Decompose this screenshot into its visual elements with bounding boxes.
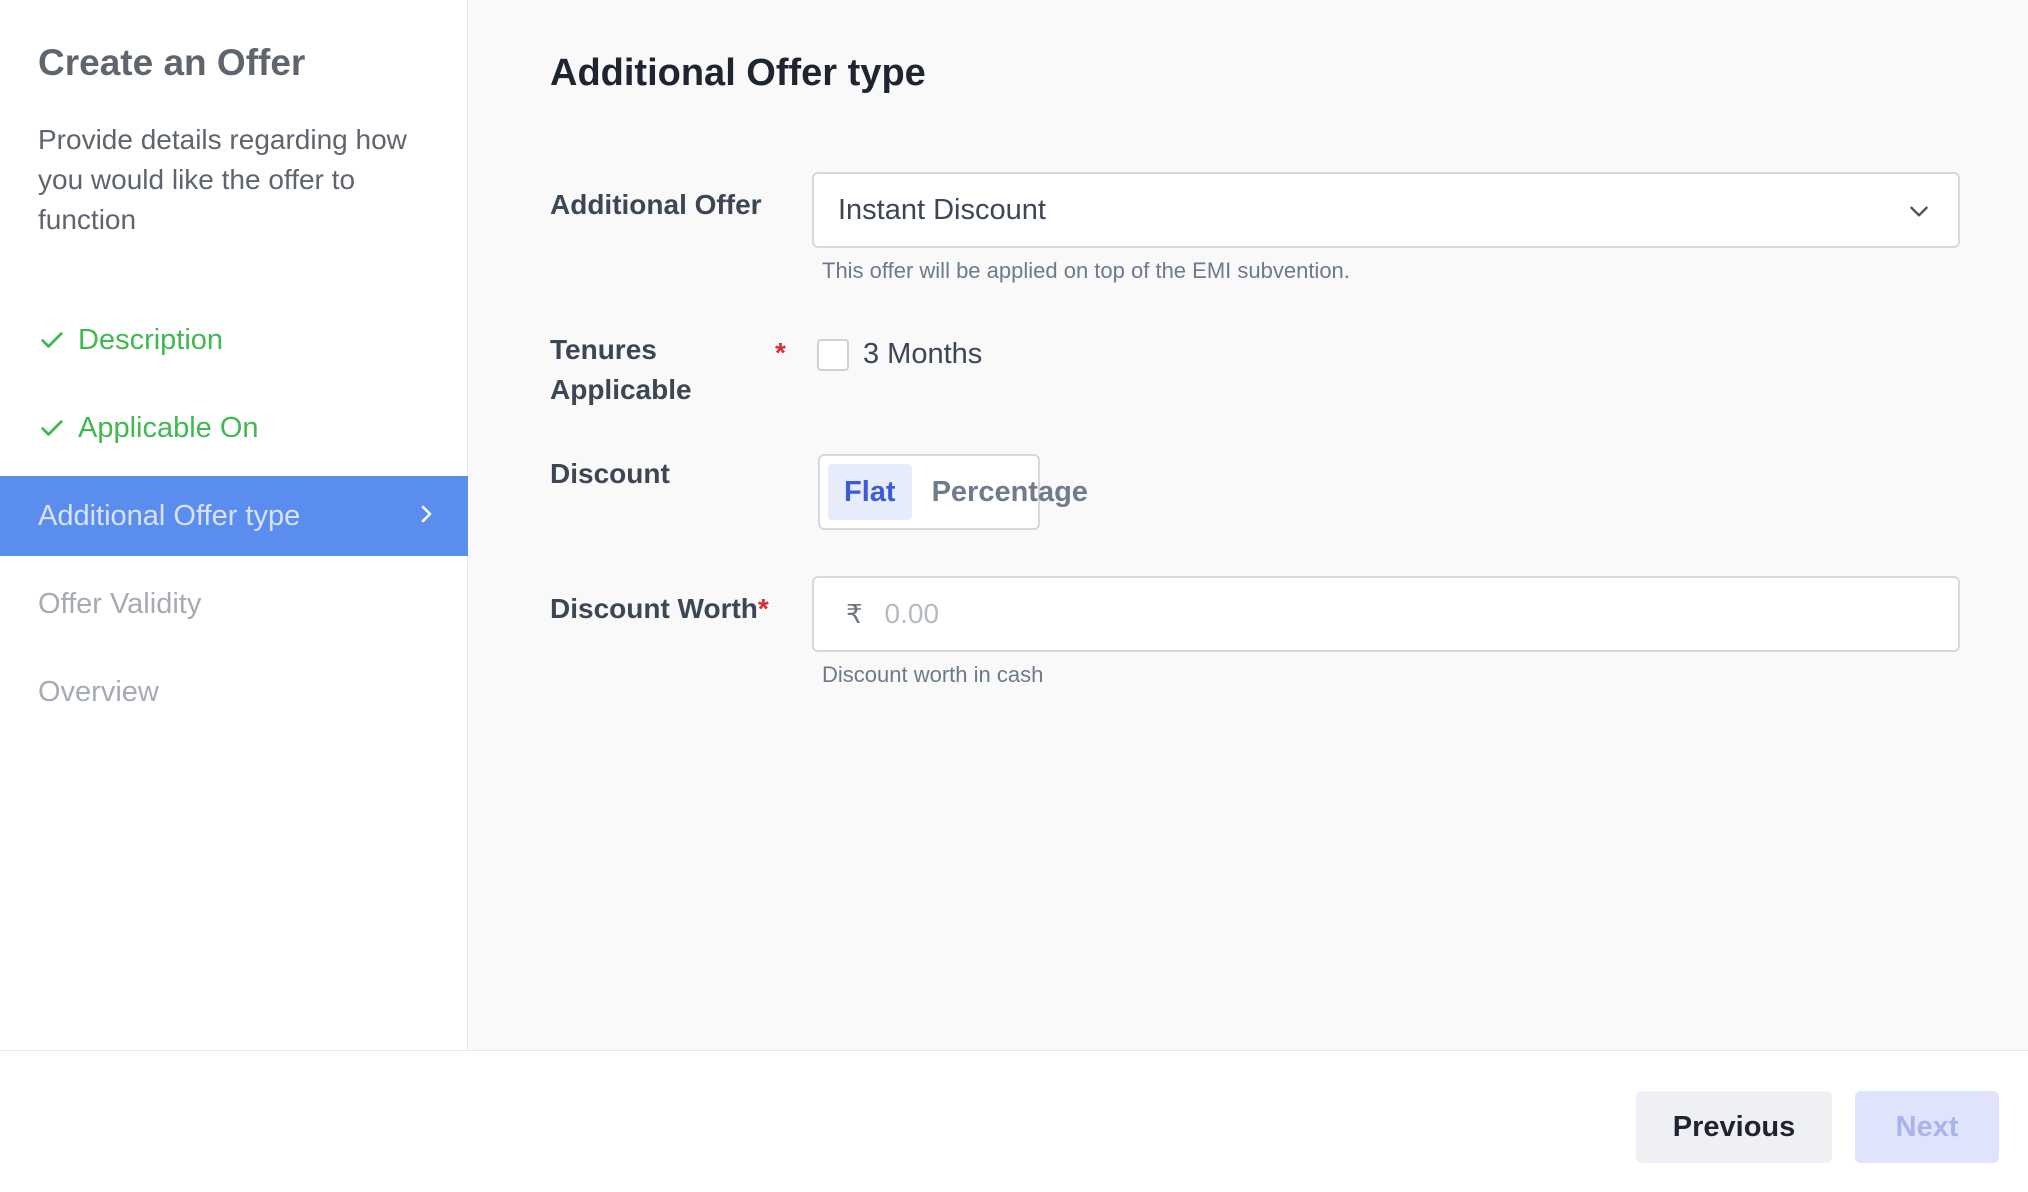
step-label: Description [78, 323, 224, 356]
step-applicable-on[interactable]: Applicable On [0, 388, 468, 468]
tenures-label-line1: Tenures [550, 334, 657, 365]
discount-label: Discount [550, 458, 670, 489]
additional-offer-select[interactable]: Instant Discount [812, 172, 1960, 248]
main-panel: Additional Offer type Additional Offer I… [469, 0, 2028, 1050]
next-button[interactable]: Next [1855, 1091, 1999, 1163]
step-description[interactable]: Description [0, 300, 468, 380]
tenures-label: Tenures Applicable [550, 330, 692, 410]
discount-worth-help: Discount worth in cash [822, 662, 1044, 687]
discount-worth-input[interactable] [884, 598, 1785, 630]
check-icon [41, 420, 63, 436]
select-value: Instant Discount [838, 193, 1046, 226]
step-list: Description Applicable On Additional Off… [0, 300, 468, 740]
chevron-right-icon [421, 505, 432, 523]
step-label: Additional Offer type [38, 499, 301, 532]
chevron-down-icon [1910, 206, 1928, 217]
discount-percentage-option[interactable]: Percentage [912, 464, 1100, 520]
sidebar-description: Provide details regarding how you would … [38, 124, 407, 235]
discount-flat-option[interactable]: Flat [828, 464, 912, 520]
page-title: Additional Offer type [550, 52, 926, 94]
additional-offer-help: This offer will be applied on top of the… [822, 258, 1350, 283]
tenure-option-label: 3 Months [863, 338, 983, 370]
step-label: Offer Validity [38, 587, 202, 620]
additional-offer-label: Additional Offer [550, 189, 762, 220]
tenure-checkbox[interactable] [817, 338, 849, 371]
sidebar-title: Create an Offer [38, 42, 306, 83]
step-overview[interactable]: Overview [0, 652, 468, 732]
step-additional-offer-type[interactable]: Additional Offer type [0, 476, 468, 556]
discount-worth-label-text: Discount Worth [550, 593, 758, 624]
required-mark: * [775, 337, 786, 368]
tenure-option-3-months[interactable]: 3 Months [817, 338, 982, 371]
rupee-icon: ₹ [846, 598, 863, 629]
check-icon [41, 332, 63, 348]
previous-button[interactable]: Previous [1636, 1091, 1832, 1163]
tenures-label-line2: Applicable [550, 374, 692, 405]
discount-worth-field[interactable]: ₹ [812, 576, 1960, 652]
discount-worth-label: Discount Worth* [550, 589, 769, 629]
discount-type-toggle: Flat Percentage [818, 454, 1088, 530]
sidebar: Create an Offer Provide details regardin… [0, 0, 468, 1050]
required-mark: * [757, 593, 769, 624]
footer-bar: Previous Next [0, 1050, 2028, 1192]
step-label: Overview [38, 675, 159, 708]
step-label: Applicable On [78, 411, 259, 444]
app-window: Create an Offer Provide details regardin… [0, 0, 2028, 1192]
step-offer-validity[interactable]: Offer Validity [0, 564, 468, 644]
